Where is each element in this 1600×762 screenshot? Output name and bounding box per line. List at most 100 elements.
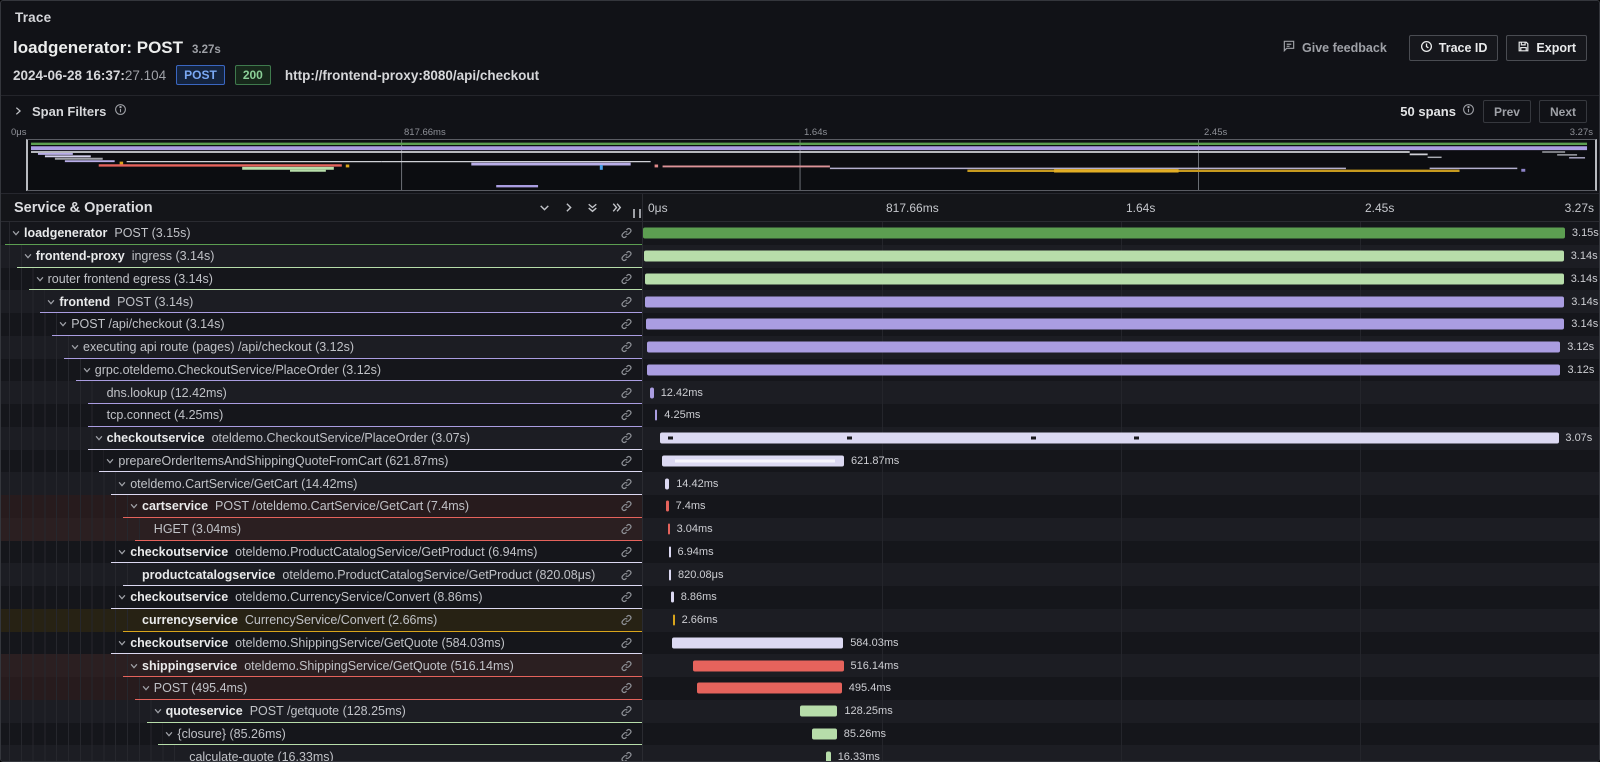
span-link-icon[interactable]: [620, 727, 633, 740]
span-row[interactable]: currencyserviceCurrencyService/Convert (…: [1, 609, 1599, 632]
span-link-icon[interactable]: [620, 386, 633, 399]
span-row[interactable]: productcatalogserviceoteldemo.ProductCat…: [1, 563, 1599, 586]
span-row[interactable]: checkoutserviceoteldemo.CheckoutService/…: [1, 427, 1599, 450]
span-label-cell[interactable]: checkoutserviceoteldemo.ShippingService/…: [1, 632, 643, 655]
span-expander-icon[interactable]: [153, 706, 166, 716]
info-icon[interactable]: [114, 103, 127, 121]
span-link-icon[interactable]: [620, 614, 633, 627]
span-link-icon[interactable]: [620, 636, 633, 649]
chevron-right-icon[interactable]: [13, 103, 23, 121]
span-bar[interactable]: [660, 433, 1559, 444]
span-expander-icon[interactable]: [105, 456, 118, 466]
span-bar[interactable]: [666, 501, 668, 512]
span-label-cell[interactable]: loadgeneratorPOST (3.15s): [1, 222, 643, 245]
span-expander-icon[interactable]: [164, 729, 177, 739]
span-expander-icon[interactable]: [117, 547, 130, 557]
span-expander-icon[interactable]: [35, 274, 48, 284]
span-label-cell[interactable]: HGET (3.04ms): [1, 518, 643, 541]
minimap-waterfall[interactable]: [26, 139, 1597, 191]
next-span-button[interactable]: Next: [1539, 100, 1587, 123]
span-bar[interactable]: [646, 319, 1564, 330]
span-bar[interactable]: [655, 410, 657, 421]
span-row[interactable]: HGET (3.04ms)3.04ms: [1, 518, 1599, 541]
span-label-cell[interactable]: checkoutserviceoteldemo.ProductCatalogSe…: [1, 541, 643, 564]
span-label-cell[interactable]: oteldemo.CartService/GetCart (14.42ms): [1, 472, 643, 495]
span-label-cell[interactable]: executing api route (pages) /api/checkou…: [1, 336, 643, 359]
span-link-icon[interactable]: [620, 341, 633, 354]
span-link-icon[interactable]: [620, 432, 633, 445]
span-label-cell[interactable]: calculate-quote (16.33ms): [1, 745, 643, 762]
span-bar[interactable]: [645, 273, 1564, 284]
span-link-icon[interactable]: [620, 295, 633, 308]
collapse-all-icon[interactable]: [586, 201, 599, 214]
span-bar[interactable]: [673, 615, 675, 626]
span-label-cell[interactable]: dns.lookup (12.42ms): [1, 381, 643, 404]
span-row[interactable]: POST /api/checkout (3.14s)3.14s: [1, 313, 1599, 336]
span-label-cell[interactable]: quoteservicePOST /getquote (128.25ms): [1, 700, 643, 723]
span-label-cell[interactable]: POST (495.4ms): [1, 677, 643, 700]
span-row[interactable]: router frontend egress (3.14s)3.14s: [1, 268, 1599, 291]
span-bar[interactable]: [662, 455, 844, 466]
span-expander-icon[interactable]: [70, 342, 83, 352]
span-link-icon[interactable]: [620, 318, 633, 331]
span-bar[interactable]: [665, 478, 669, 489]
span-filters-label[interactable]: Span Filters: [32, 104, 106, 119]
span-expander-icon[interactable]: [58, 319, 71, 329]
span-row[interactable]: checkoutserviceoteldemo.CurrencyService/…: [1, 586, 1599, 609]
span-row[interactable]: checkoutserviceoteldemo.ProductCatalogSe…: [1, 541, 1599, 564]
span-expander-icon[interactable]: [141, 683, 154, 693]
span-label-cell[interactable]: cartservicePOST /oteldemo.CartService/Ge…: [1, 495, 643, 518]
expand-one-icon[interactable]: [562, 201, 575, 214]
span-bar[interactable]: [671, 592, 674, 603]
span-row[interactable]: POST (495.4ms)495.4ms: [1, 677, 1599, 700]
span-link-icon[interactable]: [620, 682, 633, 695]
collapse-one-icon[interactable]: [538, 201, 551, 214]
span-bar[interactable]: [812, 728, 837, 739]
span-bar[interactable]: [644, 251, 1564, 262]
trace-id-button[interactable]: Trace ID: [1409, 35, 1499, 61]
span-bar[interactable]: [669, 569, 671, 580]
span-bar[interactable]: [697, 683, 842, 694]
span-row[interactable]: shippingserviceoteldemo.ShippingService/…: [1, 654, 1599, 677]
span-link-icon[interactable]: [620, 591, 633, 604]
span-row[interactable]: prepareOrderItemsAndShippingQuoteFromCar…: [1, 450, 1599, 473]
span-bar[interactable]: [647, 364, 1560, 375]
span-expander-icon[interactable]: [23, 251, 36, 261]
info-icon[interactable]: [1462, 103, 1475, 121]
span-link-icon[interactable]: [620, 250, 633, 263]
span-link-icon[interactable]: [620, 409, 633, 422]
span-label-cell[interactable]: checkoutserviceoteldemo.CurrencyService/…: [1, 586, 643, 609]
span-row[interactable]: {closure} (85.26ms)85.26ms: [1, 723, 1599, 746]
span-row[interactable]: frontendPOST (3.14s)3.14s: [1, 290, 1599, 313]
span-label-cell[interactable]: router frontend egress (3.14s): [1, 268, 643, 291]
span-bar[interactable]: [693, 660, 844, 671]
span-bar[interactable]: [643, 228, 1565, 239]
span-label-cell[interactable]: shippingserviceoteldemo.ShippingService/…: [1, 654, 643, 677]
span-link-icon[interactable]: [620, 568, 633, 581]
span-row[interactable]: tcp.connect (4.25ms)4.25ms: [1, 404, 1599, 427]
span-bar[interactable]: [800, 706, 838, 717]
span-link-icon[interactable]: [620, 272, 633, 285]
span-label-cell[interactable]: frontend-proxyingress (3.14s): [1, 245, 643, 268]
span-row[interactable]: oteldemo.CartService/GetCart (14.42ms)14…: [1, 472, 1599, 495]
span-expander-icon[interactable]: [11, 228, 24, 238]
span-row[interactable]: checkoutserviceoteldemo.ShippingService/…: [1, 632, 1599, 655]
span-link-icon[interactable]: [620, 363, 633, 376]
span-bar[interactable]: [668, 524, 670, 535]
span-bar[interactable]: [647, 342, 1560, 353]
span-label-cell[interactable]: tcp.connect (4.25ms): [1, 404, 643, 427]
span-expander-icon[interactable]: [46, 297, 59, 307]
span-label-cell[interactable]: currencyserviceCurrencyService/Convert (…: [1, 609, 643, 632]
panel-split-handle[interactable]: [633, 209, 641, 218]
span-row[interactable]: frontend-proxyingress (3.14s)3.14s: [1, 245, 1599, 268]
span-bar[interactable]: [672, 637, 843, 648]
span-expander-icon[interactable]: [129, 501, 142, 511]
span-label-cell[interactable]: POST /api/checkout (3.14s): [1, 313, 643, 336]
span-link-icon[interactable]: [620, 705, 633, 718]
span-label-cell[interactable]: grpc.oteldemo.CheckoutService/PlaceOrder…: [1, 359, 643, 382]
span-row[interactable]: loadgeneratorPOST (3.15s)3.15s: [1, 222, 1599, 245]
span-link-icon[interactable]: [620, 545, 633, 558]
span-expander-icon[interactable]: [117, 592, 130, 602]
span-row[interactable]: executing api route (pages) /api/checkou…: [1, 336, 1599, 359]
span-row[interactable]: cartservicePOST /oteldemo.CartService/Ge…: [1, 495, 1599, 518]
